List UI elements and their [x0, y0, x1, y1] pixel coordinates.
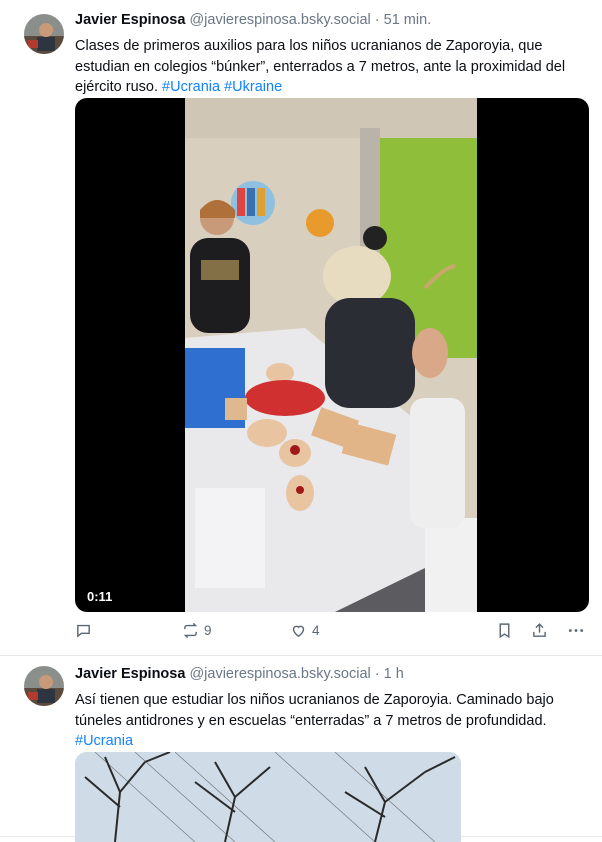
more-icon — [567, 622, 585, 639]
share-button[interactable] — [531, 622, 548, 639]
separator: · — [374, 666, 380, 682]
author-handle[interactable]: @javierespinosa.bsky.social — [189, 12, 370, 28]
video-duration: 0:11 — [87, 589, 113, 604]
repost-button[interactable]: 9 — [182, 622, 212, 639]
author-name[interactable]: Javier Espinosa — [75, 12, 185, 28]
post-body: Así tienen que estudiar los niños ucrani… — [75, 692, 554, 729]
post-text: Clases de primeros auxilios para los niñ… — [75, 36, 595, 98]
post-header: Javier Espinosa @javierespinosa.bsky.soc… — [75, 666, 404, 682]
post-header: Javier Espinosa @javierespinosa.bsky.soc… — [75, 12, 431, 28]
hashtag-ucrania[interactable]: #Ucrania — [162, 79, 220, 95]
post[interactable]: Javier Espinosa @javierespinosa.bsky.soc… — [0, 0, 602, 656]
post-body: Clases de primeros auxilios para los niñ… — [75, 38, 566, 95]
author-handle[interactable]: @javierespinosa.bsky.social — [189, 666, 370, 682]
separator: · — [374, 12, 380, 28]
hashtag-ucrania[interactable]: #Ucrania — [75, 733, 133, 749]
repost-icon — [182, 622, 199, 639]
post-image[interactable] — [75, 752, 461, 842]
feed: Javier Espinosa @javierespinosa.bsky.soc… — [0, 0, 602, 842]
post-actions: 9 4 — [75, 622, 595, 644]
like-count: 4 — [312, 623, 320, 638]
avatar[interactable] — [24, 14, 64, 54]
hashtag-ukraine[interactable]: #Ukraine — [224, 79, 282, 95]
share-icon — [531, 622, 548, 639]
post-text: Así tienen que estudiar los niños ucrani… — [75, 690, 595, 752]
reply-icon — [75, 622, 92, 639]
post-time[interactable]: 1 h — [384, 666, 404, 682]
post-time[interactable]: 51 min. — [384, 12, 432, 28]
avatar[interactable] — [24, 666, 64, 706]
repost-count: 9 — [204, 623, 212, 638]
video-player[interactable]: 0:11 — [75, 98, 589, 612]
bookmark-button[interactable] — [496, 622, 513, 639]
video-frame — [185, 98, 477, 612]
heart-icon — [290, 622, 307, 639]
author-name[interactable]: Javier Espinosa — [75, 666, 185, 682]
reply-button[interactable] — [75, 622, 92, 639]
post[interactable]: Javier Espinosa @javierespinosa.bsky.soc… — [0, 656, 602, 842]
like-button[interactable]: 4 — [290, 622, 320, 639]
more-options-button[interactable] — [567, 622, 585, 639]
bookmark-icon — [496, 622, 513, 639]
